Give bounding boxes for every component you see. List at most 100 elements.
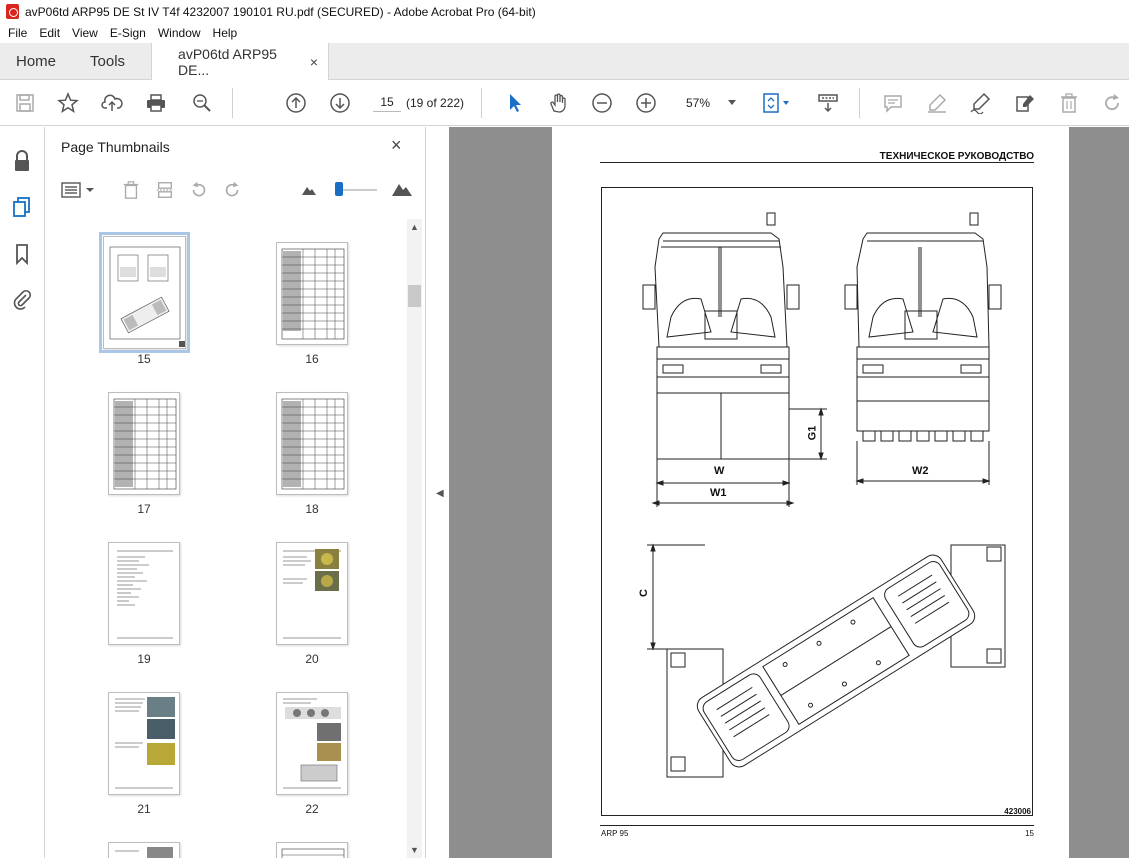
- scroll-up-arrow-icon[interactable]: ▲: [410, 222, 419, 232]
- thumbnail-options-icon[interactable]: [61, 181, 97, 199]
- save-icon[interactable]: [13, 91, 37, 115]
- zoom-out-icon[interactable]: [590, 91, 614, 115]
- tab-bar: Home Tools avP06td ARP95 DE... ×: [0, 43, 1129, 80]
- delete-trash-icon[interactable]: [1057, 91, 1081, 115]
- thumbnail-page-20[interactable]: [276, 542, 348, 645]
- thumbnail-page-21[interactable]: [108, 692, 180, 795]
- thumbnail-table-preview: [281, 848, 345, 858]
- thumbnail-table-preview: [281, 248, 345, 340]
- thumbnail-photos-preview: [115, 847, 173, 858]
- thumbnail-page-23[interactable]: [108, 842, 180, 858]
- page-thumbnails-icon[interactable]: [10, 195, 34, 219]
- panel-close-icon[interactable]: ×: [391, 135, 402, 156]
- lock-icon[interactable]: [10, 149, 34, 173]
- top-view: [647, 543, 1006, 778]
- page-number-input[interactable]: [373, 92, 401, 112]
- scrollbar-thumb[interactable]: [408, 285, 421, 307]
- dimension-label-w2: W2: [912, 465, 929, 477]
- chevron-down-icon: [728, 100, 736, 105]
- thumbnail-page-19[interactable]: [108, 542, 180, 645]
- menu-window[interactable]: Window: [152, 26, 207, 40]
- dimension-label-w: W: [714, 465, 725, 477]
- thumbnail-label-19: 19: [137, 652, 151, 666]
- thumbnail-page-24[interactable]: [276, 842, 348, 858]
- left-rail: [0, 127, 45, 858]
- attachment-paperclip-icon[interactable]: [10, 287, 34, 311]
- main-toolbar: [0, 80, 1129, 126]
- toolbar-separator: [232, 88, 233, 118]
- title-bar: avP06td ARP95 DE St IV T4f 4232007 19010…: [0, 0, 1129, 23]
- menu-file[interactable]: File: [2, 26, 33, 40]
- footer-model: ARP 95: [601, 829, 629, 838]
- menu-view[interactable]: View: [66, 26, 104, 40]
- zoom-level-select[interactable]: 57%: [676, 92, 736, 114]
- menu-help[interactable]: Help: [207, 26, 244, 40]
- zoom-search-icon[interactable]: [190, 91, 214, 115]
- rotate-right-icon[interactable]: [222, 180, 242, 200]
- tab-close-icon[interactable]: ×: [310, 54, 318, 70]
- fit-page-icon[interactable]: [759, 91, 793, 115]
- tab-tools[interactable]: Tools: [72, 43, 141, 79]
- tab-document[interactable]: avP06td ARP95 DE... ×: [151, 43, 330, 80]
- thumbnail-page-22[interactable]: [276, 692, 348, 795]
- zoom-level-value: 57%: [686, 96, 711, 110]
- bookmark-icon[interactable]: [10, 242, 34, 266]
- thumbnail-label-15: 15: [137, 352, 151, 366]
- page-header-title: ТЕХНИЧЕСКОЕ РУКОВОДСТВО: [879, 151, 1034, 162]
- previous-page-icon[interactable]: [284, 91, 308, 115]
- tab-home[interactable]: Home: [0, 43, 72, 79]
- thumbnail-size-slider-handle[interactable]: [335, 182, 343, 196]
- edit-pdf-icon[interactable]: [1013, 91, 1037, 115]
- thumbnail-size-slider[interactable]: [337, 189, 377, 191]
- thumbnail-text-preview: [117, 550, 173, 639]
- star-bookmark-icon[interactable]: [56, 91, 80, 115]
- collapse-panel-arrow-icon[interactable]: ◀: [436, 488, 444, 499]
- thumbnail-label-22: 22: [305, 802, 319, 816]
- front-view-left: [642, 212, 827, 507]
- delete-page-icon[interactable]: [121, 180, 141, 200]
- comment-icon[interactable]: [881, 91, 905, 115]
- scroll-down-arrow-icon[interactable]: ▼: [410, 845, 419, 855]
- sign-pen-icon[interactable]: [968, 91, 992, 115]
- upload-icon[interactable]: [100, 91, 124, 115]
- thumbnail-label-21: 21: [137, 802, 151, 816]
- technical-drawing: [642, 212, 1006, 778]
- document-page: ТЕХНИЧЕСКОЕ РУКОВОДСТВО W W1 W2 G1 C 423…: [552, 127, 1069, 858]
- document-viewer[interactable]: ТЕХНИЧЕСКОЕ РУКОВОДСТВО W W1 W2 G1 C 423…: [449, 127, 1129, 858]
- hand-tool-icon[interactable]: [546, 91, 570, 115]
- large-thumbnails-icon[interactable]: [391, 181, 413, 197]
- dimension-label-c: C: [637, 589, 650, 597]
- thumbnail-page-18[interactable]: [276, 392, 348, 495]
- figure-id: 423006: [1004, 807, 1031, 816]
- thumbnail-page-17[interactable]: [108, 392, 180, 495]
- footer-rule: [600, 825, 1034, 826]
- highlight-pen-icon[interactable]: [925, 91, 949, 115]
- thumbnail-label-18: 18: [305, 502, 319, 516]
- thumbnail-label-16: 16: [305, 352, 319, 366]
- dimension-label-g1: G1: [806, 425, 819, 441]
- extract-page-icon[interactable]: [155, 180, 175, 200]
- tab-document-label: avP06td ARP95 DE...: [178, 45, 277, 78]
- thumbnail-page-16[interactable]: [276, 242, 348, 345]
- print-icon[interactable]: [144, 91, 168, 115]
- menu-esign[interactable]: E-Sign: [104, 26, 152, 40]
- header-rule: [600, 162, 1034, 163]
- window-title: avP06td ARP95 DE St IV T4f 4232007 19010…: [25, 4, 536, 19]
- thumbnail-page-15[interactable]: [99, 232, 190, 353]
- rotate-left-icon[interactable]: [189, 180, 209, 200]
- zoom-in-icon[interactable]: [634, 91, 658, 115]
- redo-rotate-icon[interactable]: [1100, 91, 1124, 115]
- thumbnail-label-20: 20: [305, 652, 319, 666]
- toolbar-separator: [859, 88, 860, 118]
- next-page-icon[interactable]: [328, 91, 352, 115]
- thumbnail-table-preview: [281, 398, 345, 490]
- small-thumbnails-icon[interactable]: [301, 183, 317, 197]
- dimension-label-w1: W1: [710, 487, 727, 499]
- thumbnail-scrollbar[interactable]: ▲ ▼: [407, 219, 422, 858]
- thumbnail-toolbar: [45, 175, 425, 205]
- page-count-label: (19 of 222): [406, 96, 465, 110]
- thumbnail-label-17: 17: [137, 502, 151, 516]
- menu-edit[interactable]: Edit: [33, 26, 66, 40]
- scroll-mode-icon[interactable]: [816, 91, 840, 115]
- select-cursor-icon[interactable]: [503, 91, 527, 115]
